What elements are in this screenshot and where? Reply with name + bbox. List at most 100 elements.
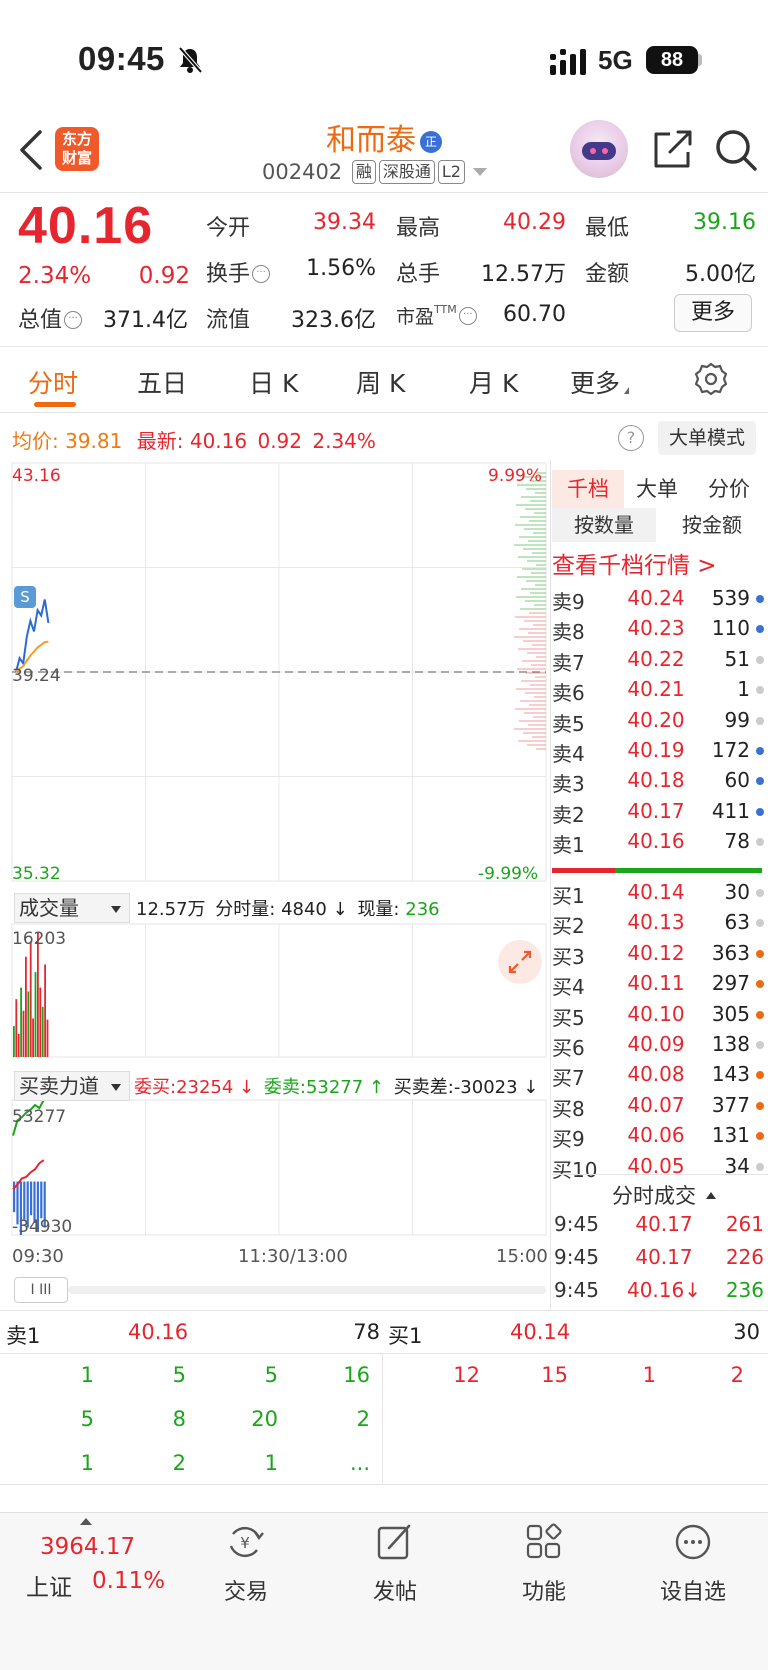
status-bar: 09:45 5G 88 [0,0,768,110]
level-label: 卖6 [552,681,585,706]
level-dot [756,980,764,989]
order-book-row[interactable]: 买5 40.10 305 [552,1002,764,1032]
caret-up-icon[interactable] [80,1518,92,1525]
depth-divider-mid [0,1353,768,1354]
search-icon[interactable] [714,128,758,172]
level-label: 卖2 [552,802,585,827]
level-dot [756,889,764,897]
tab-monthly-k[interactable]: 月 K [469,364,518,400]
verified-badge: 正 [420,131,442,153]
level-volume: 377 [711,1092,750,1117]
tab-more[interactable]: 更多 [570,364,630,400]
nav-add-watchlist[interactable]: 设自选 [643,1574,743,1606]
level-dot [756,1101,764,1110]
order-book-row[interactable]: 买3 40.12 363 [552,941,764,971]
tab-five-day[interactable]: 五日 [137,364,187,400]
info-icon[interactable]: ··· [252,265,271,283]
info-icon[interactable]: ··· [458,307,477,325]
order-book-row[interactable]: 买9 40.06 131 [552,1123,764,1153]
level-label: 买6 [552,1036,585,1060]
nav-post[interactable]: 发帖 [345,1574,445,1606]
volume-summary: 12.57万 分时量: 4840 ↓ 现量: 236 [136,899,440,920]
more-dots-icon[interactable] [673,1522,713,1562]
order-book-row[interactable]: 卖9 40.24 539 [552,586,764,616]
order-book-row[interactable]: 卖6 40.21 1 [552,677,764,707]
post-icon[interactable] [375,1522,415,1562]
level-volume: 539 [711,586,750,610]
tab-daily-k[interactable]: 日 K [249,364,298,400]
expand-icon[interactable] [498,940,542,984]
level-price: 40.14 [627,880,685,904]
tab-intraday[interactable]: 分时 [28,364,78,400]
tab-by-quantity[interactable]: 按数量 [552,508,656,542]
assistant-avatar[interactable] [570,120,628,178]
order-book-row[interactable]: 买2 40.13 63 [552,910,764,940]
level-price: 40.22 [627,646,685,671]
scroll-handle[interactable]: I III [14,1277,68,1303]
last-price: 40.16 [18,197,154,255]
order-book-row[interactable]: 买6 40.09 138 [552,1032,764,1062]
index-percent[interactable]: 0.11% [92,1568,165,1594]
chevron-down-icon[interactable] [472,168,487,176]
order-book-row[interactable]: 卖3 40.18 60 [552,768,764,798]
depth-vertical-divider [382,1354,383,1482]
index-value[interactable]: 3964.17 [40,1534,135,1560]
market-cap-label: 总值 ··· [18,302,83,334]
scroll-track[interactable] [68,1286,546,1294]
stock-code-row[interactable]: 002402 融深股通 L2 [262,160,487,184]
volume-max-label: 16203 [12,929,67,949]
order-book-row[interactable]: 买7 40.08 143 [552,1062,764,1092]
dropdown-icon [111,906,121,913]
order-book-row[interactable]: 买1 40.14 30 [552,880,764,910]
order-book-row[interactable]: 买4 40.11 297 [552,971,764,1001]
level-label: 卖4 [552,742,585,766]
volume-bar [27,991,30,1057]
info-icon[interactable]: ··· [64,311,83,329]
level-volume: 305 [711,1001,750,1026]
level-price: 40.20 [627,707,685,732]
nav-trade[interactable]: 交易 [196,1574,296,1606]
level-dot [756,625,764,634]
order-book-row[interactable]: 卖2 40.17 411 [552,799,764,829]
order-book-row[interactable]: 买8 40.07 377 [552,1093,764,1123]
help-icon[interactable]: ? [618,425,644,451]
intraday-charts[interactable] [0,460,552,1320]
force-indicator-select[interactable]: 买卖力道 [14,1071,130,1101]
price-top-label: 43.16 [12,466,61,486]
force-min-label: -34930 [12,1217,73,1237]
force-diff-bar [30,1181,33,1216]
share-icon[interactable] [652,128,694,170]
view-thousand-level-link[interactable]: 查看千档行情 > [552,546,717,580]
level-dot [756,747,764,755]
volume-indicator-select[interactable]: 成交量 [14,893,130,923]
level-label: 卖9 [552,590,585,614]
tab-price-dist[interactable]: 分价 [694,470,764,508]
tab-by-amount[interactable]: 按金额 [660,508,764,542]
trade-icon[interactable]: ¥ [225,1522,265,1562]
sell-marker[interactable]: S [14,586,36,608]
more-button[interactable]: 更多 [674,294,752,332]
big-order-mode-button[interactable]: 大单模式 [658,421,756,455]
gear-icon[interactable] [694,362,728,396]
tab-weekly-k[interactable]: 周 K [356,364,405,400]
index-name[interactable]: 上证 [26,1568,72,1602]
trades-title[interactable]: 分时成交 [612,1180,716,1210]
tab-thousand-level[interactable]: 千档 [552,470,624,508]
tab-big-order[interactable]: 大单 [624,470,690,508]
nav-functions[interactable]: 功能 [494,1574,594,1606]
order-book-row[interactable]: 卖7 40.22 51 [552,647,764,677]
level-label: 卖3 [552,772,585,797]
order-book-row[interactable]: 卖1 40.16 78 [552,829,764,859]
queue-order: 8 [172,1407,186,1431]
book-divider [552,868,762,873]
bell-muted-icon [178,46,203,74]
time-end: 15:00 [496,1246,548,1267]
level-dot [756,655,764,664]
functions-icon[interactable] [524,1522,564,1562]
order-book-row[interactable]: 卖5 40.20 99 [552,708,764,738]
order-book-row[interactable]: 卖8 40.23 110 [552,616,764,646]
order-book-row[interactable]: 卖4 40.19 172 [552,738,764,768]
stock-code: 002402 [262,160,343,184]
level-price: 40.12 [627,940,685,965]
level-price: 40.23 [627,616,685,641]
